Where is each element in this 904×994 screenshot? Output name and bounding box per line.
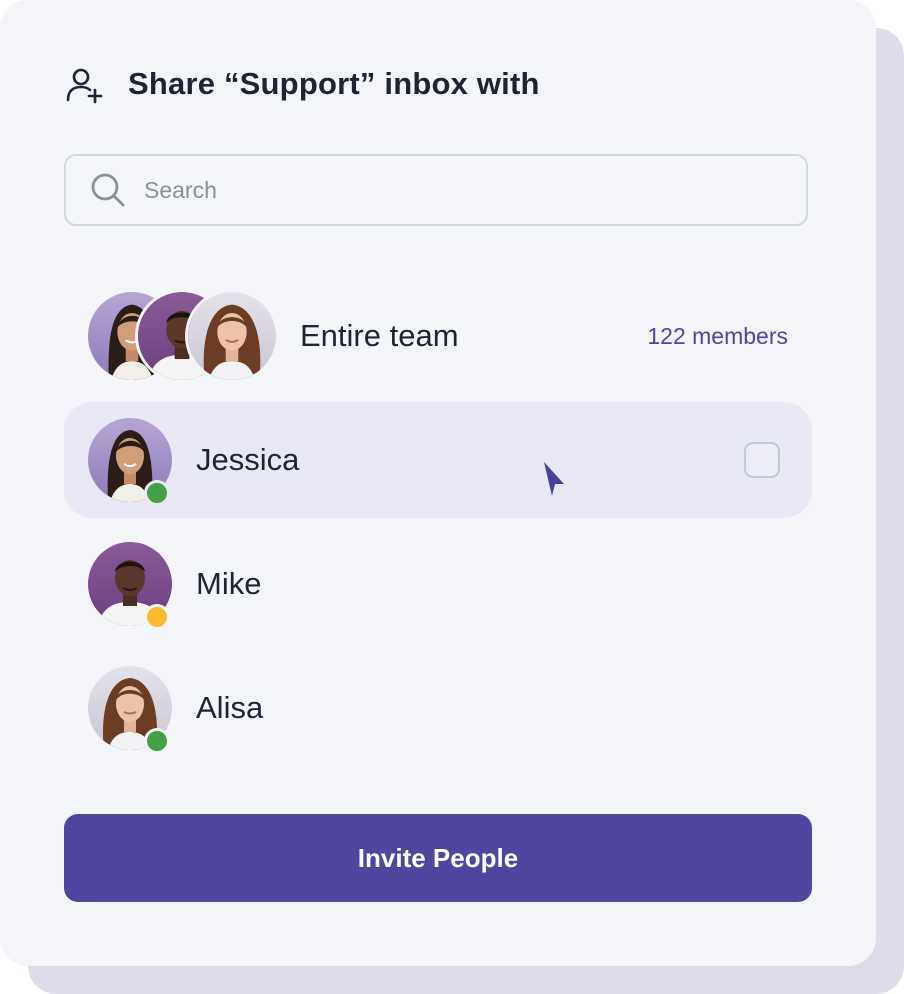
person-name: Jessica <box>196 442 300 477</box>
select-checkbox[interactable] <box>744 442 780 478</box>
entire-team-row[interactable]: Entire team 122 members <box>64 278 812 394</box>
avatar-image <box>188 292 276 380</box>
list-item-jessica[interactable]: Jessica <box>64 402 812 518</box>
dialog-header: Share “Support” inbox with <box>64 64 540 104</box>
status-online-dot <box>144 480 170 506</box>
team-label: Entire team <box>300 318 459 353</box>
status-away-dot <box>144 604 170 630</box>
mouse-pointer-icon <box>544 462 564 496</box>
member-count: 122 members <box>647 322 788 349</box>
page-title: Share “Support” inbox with <box>128 66 540 101</box>
add-user-icon <box>66 68 103 104</box>
status-online-dot <box>144 728 170 754</box>
search-icon <box>91 173 125 207</box>
list-item-alisa[interactable]: Alisa <box>64 650 812 766</box>
invite-people-button[interactable]: Invite People <box>64 814 812 902</box>
person-name: Alisa <box>196 690 264 725</box>
share-inbox-card: Share “Support” inbox with Entire team 1… <box>0 0 876 966</box>
avatar <box>88 542 172 630</box>
avatar <box>88 418 172 506</box>
team-avatar-stack <box>88 292 238 380</box>
avatar <box>88 666 172 754</box>
avatar <box>188 292 276 380</box>
person-name: Mike <box>196 566 262 601</box>
search-input[interactable] <box>142 175 746 205</box>
search-box[interactable] <box>64 154 808 226</box>
list-item-mike[interactable]: Mike <box>64 526 812 642</box>
